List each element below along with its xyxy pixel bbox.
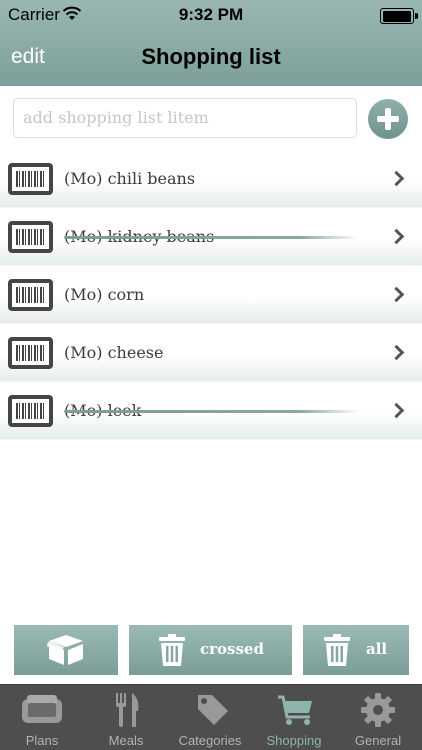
strikethrough-line — [64, 410, 359, 413]
chevron-right-icon — [388, 286, 405, 303]
shopping-list: (Mo) chili beans (Mo) kidney beans (Mo) … — [0, 150, 422, 440]
barcode-icon[interactable] — [8, 221, 53, 253]
tab-label: Shopping — [266, 733, 322, 748]
barcode-icon[interactable] — [8, 337, 53, 369]
tab-general[interactable]: General — [336, 685, 420, 750]
tab-label: General — [354, 733, 402, 748]
tab-meals[interactable]: Meals — [84, 685, 168, 750]
delete-crossed-button[interactable]: crossed — [129, 625, 292, 675]
battery-icon — [380, 8, 418, 24]
trash-icon — [324, 634, 350, 666]
list-item[interactable]: (Mo) corn — [0, 266, 422, 324]
tag-icon — [198, 695, 228, 725]
fork-knife-icon — [116, 693, 139, 727]
tab-label: Categories — [178, 733, 242, 748]
status-bar: Carrier 9:32 PM — [0, 0, 422, 32]
add-item-button[interactable] — [368, 99, 408, 139]
list-item[interactable]: (Mo) cheese — [0, 324, 422, 382]
clock: 9:32 PM — [178, 5, 244, 24]
barcode-icon[interactable] — [8, 163, 53, 195]
list-item[interactable]: (Mo) kidney beans — [0, 208, 422, 266]
chevron-right-icon — [388, 170, 405, 187]
tab-plans[interactable]: Plans — [0, 685, 84, 750]
box-icon — [47, 635, 83, 665]
box-button[interactable] — [14, 625, 118, 675]
chevron-right-icon — [388, 402, 405, 419]
plans-icon — [22, 695, 62, 723]
page-title: Shopping list — [141, 44, 281, 69]
barcode-icon[interactable] — [8, 279, 53, 311]
add-item-input[interactable]: add shopping list litem — [13, 98, 357, 138]
item-label: (Mo) cheese — [64, 343, 164, 362]
nav-header: Carrier 9:32 PM edit Shopping list — [0, 0, 422, 86]
item-label: (Mo) corn — [64, 285, 145, 304]
trash-icon — [159, 634, 185, 666]
crossed-label: crossed — [200, 640, 264, 658]
tab-shopping[interactable]: Shopping — [252, 685, 336, 750]
chevron-right-icon — [388, 344, 405, 361]
list-item[interactable]: (Mo) chili beans — [0, 150, 422, 208]
all-label: all — [366, 640, 388, 658]
list-item[interactable]: (Mo) leek — [0, 382, 422, 440]
tab-label: Plans — [25, 733, 59, 748]
barcode-icon[interactable] — [8, 395, 53, 427]
strikethrough-line — [64, 236, 359, 239]
tab-categories[interactable]: Categories — [168, 685, 252, 750]
tab-bar: Plans Meals Categories Shopping General — [0, 684, 422, 750]
chevron-right-icon — [388, 228, 405, 245]
gear-icon — [361, 693, 395, 727]
delete-all-button[interactable]: all — [303, 625, 409, 675]
cart-icon — [278, 695, 312, 725]
item-label: (Mo) chili beans — [64, 169, 196, 188]
tab-label: Meals — [108, 733, 144, 748]
